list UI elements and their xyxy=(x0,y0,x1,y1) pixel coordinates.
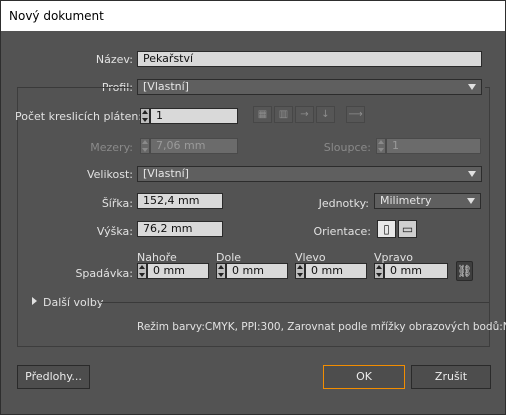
height-input[interactable]: 76,2 mm xyxy=(137,221,223,237)
bleed-top-stepper[interactable] xyxy=(137,263,147,279)
templates-button[interactable]: Předlohy... xyxy=(17,365,90,389)
artboards-input[interactable]: 1 xyxy=(150,108,238,124)
artboards-label: Počet kreslicích pláten: xyxy=(15,110,143,123)
name-label: Název: xyxy=(95,53,133,66)
more-options-divider xyxy=(101,302,489,303)
size-select[interactable]: [Vlastní] xyxy=(137,166,482,182)
name-input[interactable]: Pekařství xyxy=(137,51,482,67)
frame-top-left xyxy=(17,87,132,88)
ok-button[interactable]: OK xyxy=(323,365,405,389)
units-select[interactable]: Milimetry xyxy=(374,193,481,209)
grid-by-row-icon[interactable]: ▦ xyxy=(253,106,272,123)
columns-input[interactable]: 1 xyxy=(386,138,481,154)
landscape-icon[interactable]: ▭ xyxy=(398,220,417,238)
settings-summary: Režim barvy:CMYK, PPI:300, Zarovnat podl… xyxy=(137,321,506,333)
size-value: [Vlastní] xyxy=(143,167,189,180)
units-label: Jednotky: xyxy=(318,197,369,210)
new-document-dialog: Nový dokument Název: Pekařství Profil: [… xyxy=(0,0,506,415)
bleed-top-input[interactable]: 0 mm xyxy=(147,263,209,279)
link-icon[interactable]: ⛓ xyxy=(456,261,473,281)
width-label: Šířka: xyxy=(101,197,133,210)
bleed-label: Spadávka: xyxy=(75,267,133,280)
bleed-bottom-input[interactable]: 0 mm xyxy=(226,263,288,279)
columns-label: Sloupce: xyxy=(323,141,371,154)
right-to-left-icon[interactable]: ⟶ xyxy=(346,106,365,123)
bleed-left-input[interactable]: 0 mm xyxy=(305,263,367,279)
units-value: Milimetry xyxy=(380,194,432,207)
spacing-input[interactable]: 7,06 mm xyxy=(150,138,238,154)
frame-top-right xyxy=(485,87,490,88)
bleed-right-stepper[interactable] xyxy=(374,263,384,279)
bleed-bottom-stepper[interactable] xyxy=(216,263,226,279)
arrange-by-column-icon[interactable]: ↓ xyxy=(316,106,335,123)
spacing-stepper[interactable] xyxy=(140,138,150,154)
title-bar: Nový dokument xyxy=(1,1,505,31)
window-title: Nový dokument xyxy=(9,9,104,23)
expand-icon[interactable] xyxy=(32,297,37,305)
bleed-right-input[interactable]: 0 mm xyxy=(384,263,448,279)
columns-stepper[interactable] xyxy=(376,138,386,154)
chevron-down-icon xyxy=(468,171,476,177)
chevron-down-icon xyxy=(467,198,475,204)
bleed-left-stepper[interactable] xyxy=(295,263,305,279)
size-label: Velikost: xyxy=(86,168,133,181)
artboards-stepper[interactable] xyxy=(140,108,150,124)
height-label: Výška: xyxy=(96,225,133,238)
orientation-label: Orientace: xyxy=(313,225,371,238)
arrange-by-row-icon[interactable]: → xyxy=(295,106,314,123)
cancel-button[interactable]: Zrušit xyxy=(411,365,491,389)
spacing-label: Mezery: xyxy=(90,141,133,154)
portrait-icon[interactable]: ▯ xyxy=(377,220,396,238)
grid-by-column-icon[interactable]: ▥ xyxy=(274,106,293,123)
width-input[interactable]: 152,4 mm xyxy=(137,193,223,209)
more-options-toggle[interactable]: Další volby xyxy=(43,296,103,309)
